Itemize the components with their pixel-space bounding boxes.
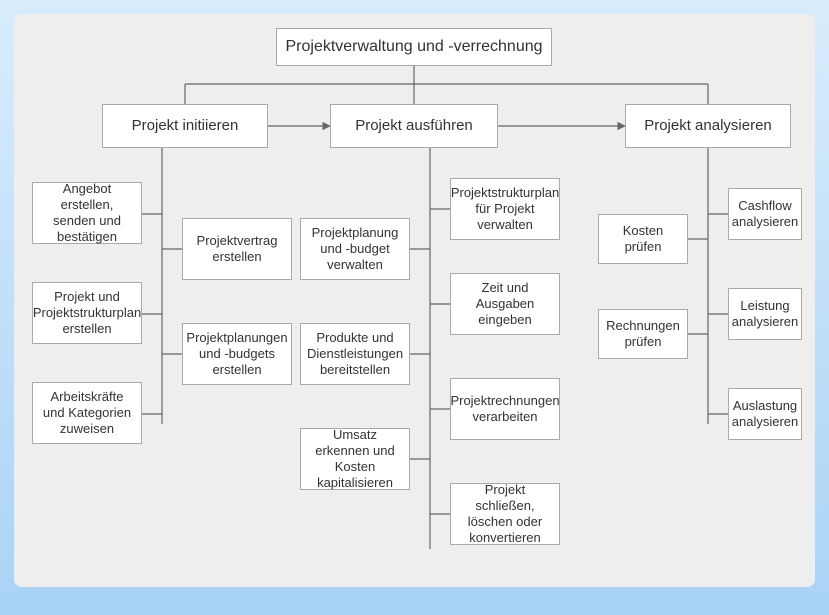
initiate-right-0: Projektvertrag erstellen (182, 218, 292, 280)
initiate-left-1: Projekt und Projektstrukturplan erstelle… (32, 282, 142, 344)
phase-execute: Projekt ausführen (330, 104, 498, 148)
initiate-left-2: Arbeitskräfte und Kategorien zuweisen (32, 382, 142, 444)
diagram-canvas: Projektverwaltung und -verrechnung Proje… (14, 14, 815, 587)
execute-right-0: Projektstrukturplan für Projekt verwalte… (450, 178, 560, 240)
execute-right-2: Projektrechnungen verarbeiten (450, 378, 560, 440)
initiate-right-1: Projektplanungen und -budgets erstellen (182, 323, 292, 385)
initiate-left-0: Angebot erstellen, senden und bestätigen (32, 182, 142, 244)
execute-left-2: Umsatz erkennen und Kosten kapitalisiere… (300, 428, 410, 490)
execute-left-0: Projektplanung und -budget verwalten (300, 218, 410, 280)
analyze-left-1: Rechnungen prüfen (598, 309, 688, 359)
analyze-right-0: Cashflow analysieren (728, 188, 802, 240)
phase-initiate: Projekt initiieren (102, 104, 268, 148)
title-box: Projektverwaltung und -verrechnung (276, 28, 552, 66)
analyze-left-0: Kosten prüfen (598, 214, 688, 264)
analyze-right-1: Leistung analysieren (728, 288, 802, 340)
execute-right-1: Zeit und Ausgaben eingeben (450, 273, 560, 335)
phase-analyze: Projekt analysieren (625, 104, 791, 148)
analyze-right-2: Auslastung analysieren (728, 388, 802, 440)
execute-right-3: Projekt schließen, löschen oder konverti… (450, 483, 560, 545)
execute-left-1: Produkte und Dienstleistungen bereitstel… (300, 323, 410, 385)
